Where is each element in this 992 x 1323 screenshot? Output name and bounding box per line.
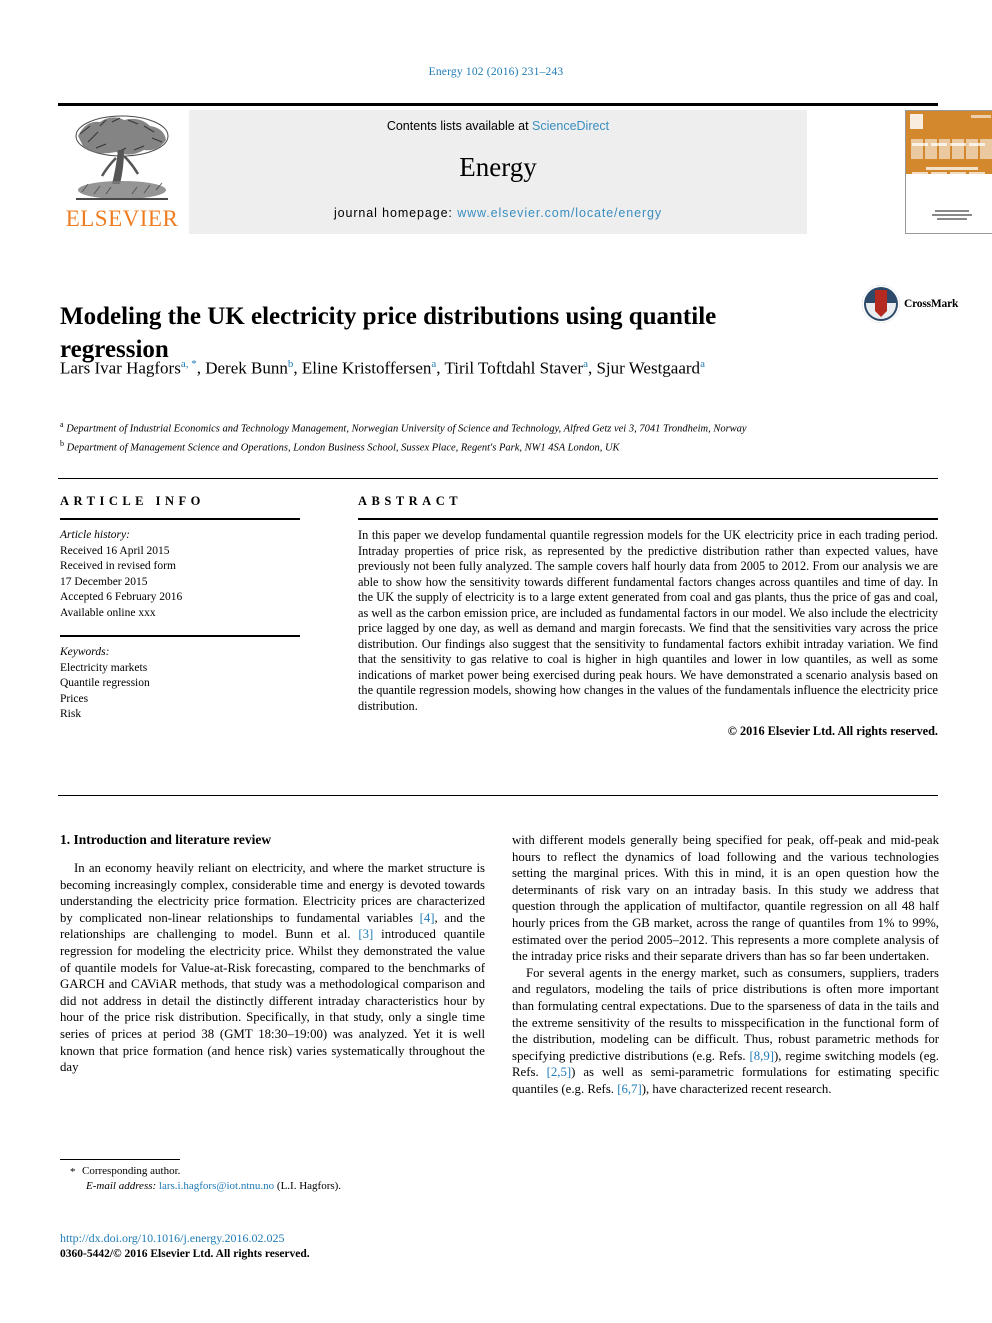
author-mark[interactable]: a bbox=[583, 358, 588, 370]
cover-top-panel bbox=[906, 111, 992, 174]
citation-ref-8-9[interactable]: [8,9] bbox=[750, 1049, 775, 1063]
author-name: Eline Kristoffersen bbox=[301, 358, 432, 378]
body-column-right: with different models generally being sp… bbox=[512, 832, 939, 1098]
issn-copyright: 0360-5442/© 2016 Elsevier Ltd. All right… bbox=[60, 1248, 310, 1260]
footnote-star-icon: * bbox=[70, 1166, 76, 1178]
paragraph: In an economy heavily reliant on electri… bbox=[60, 860, 485, 1076]
keywords-rule bbox=[60, 635, 300, 637]
email-suffix: (L.I. Hagfors). bbox=[274, 1179, 342, 1192]
author-name: Sjur Westgaard bbox=[596, 358, 701, 378]
keywords-label: Keywords: bbox=[60, 646, 110, 658]
homepage-line: journal homepage: www.elsevier.com/locat… bbox=[189, 206, 807, 220]
affiliation-mark: b bbox=[60, 439, 64, 448]
affiliation-mark: a bbox=[60, 420, 64, 429]
author-list: Lars Ivar Hagforsa, *, Derek Bunnb, Elin… bbox=[60, 358, 705, 378]
article-info-rule bbox=[60, 518, 300, 520]
journal-header: ELSEVIER Contents lists available at Sci… bbox=[58, 110, 992, 234]
homepage-link[interactable]: www.elsevier.com/locate/energy bbox=[457, 206, 662, 220]
citation-ref-3[interactable]: [3] bbox=[358, 927, 373, 941]
author-name: Tiril Toftdahl Staver bbox=[444, 358, 584, 378]
footnote-rule bbox=[60, 1159, 180, 1160]
abstract-rule bbox=[358, 518, 938, 520]
keyword-item: Quantile regression bbox=[60, 677, 150, 689]
footer-block: http://dx.doi.org/10.1016/j.energy.2016.… bbox=[60, 1230, 560, 1262]
citation-ref-4[interactable]: [4] bbox=[420, 911, 435, 925]
abstract-heading: ABSTRACT bbox=[358, 494, 463, 508]
cover-caption-row bbox=[912, 161, 991, 174]
article-info-heading: ARTICLE INFO bbox=[60, 494, 205, 508]
elsevier-wordmark: ELSEVIER bbox=[65, 206, 179, 231]
cover-publisher-mark bbox=[928, 208, 976, 222]
journal-title: Energy bbox=[459, 152, 537, 182]
running-head: Energy 102 (2016) 231–243 bbox=[428, 66, 564, 78]
history-item: Received in revised form bbox=[60, 560, 176, 572]
keyword-item: Risk bbox=[60, 708, 82, 720]
email-note: E-mail address: lars.i.hagfors@iot.ntnu.… bbox=[60, 1179, 485, 1194]
article-history-label: Article history: bbox=[60, 529, 130, 541]
contents-line: Contents lists available at ScienceDirec… bbox=[189, 119, 807, 133]
affiliation-item: b Department of Management Science and O… bbox=[60, 437, 940, 456]
abstract-column: ABSTRACT In this paper we develop fundam… bbox=[358, 494, 938, 739]
history-item: Accepted 6 February 2016 bbox=[60, 591, 183, 603]
cover-logo-mark bbox=[910, 114, 923, 129]
author-name: Lars Ivar Hagfors bbox=[60, 358, 181, 378]
crossmark-badge[interactable]: CrossMark bbox=[862, 285, 958, 325]
citation-ref-2-5[interactable]: [2,5] bbox=[547, 1065, 572, 1079]
abstract-copyright: © 2016 Elsevier Ltd. All rights reserved… bbox=[727, 724, 938, 738]
history-item: 17 December 2015 bbox=[60, 575, 148, 588]
history-item: Received 16 April 2015 bbox=[60, 544, 170, 557]
paragraph-text: introduced quantile regression for model… bbox=[60, 927, 485, 1075]
abstract-block-top-rule bbox=[58, 478, 938, 479]
journal-cover-thumbnail[interactable] bbox=[905, 110, 992, 234]
keyword-item: Electricity markets bbox=[60, 661, 148, 674]
article-history: Article history: Received 16 April 2015 … bbox=[60, 528, 300, 621]
affiliation-item: a Department of Industrial Economics and… bbox=[60, 418, 940, 437]
keyword-item: Prices bbox=[60, 692, 89, 705]
email-label: E-mail address: bbox=[86, 1179, 157, 1192]
author-mark[interactable]: a bbox=[431, 358, 436, 370]
affiliation-text: Department of Management Science and Ope… bbox=[66, 442, 620, 454]
paragraph-text: ), have characterized recent research. bbox=[641, 1081, 832, 1096]
contents-prefix: Contents lists available at bbox=[386, 119, 533, 133]
header-divider bbox=[58, 103, 938, 106]
abstract-text: In this paper we develop fundamental qua… bbox=[358, 528, 938, 713]
body-column-left: In an economy heavily reliant on electri… bbox=[60, 860, 485, 1076]
author-mark[interactable]: b bbox=[288, 358, 294, 370]
homepage-prefix: journal homepage: bbox=[333, 206, 458, 220]
paragraph: For several agents in the energy market,… bbox=[512, 965, 939, 1098]
author-mark[interactable]: a, * bbox=[181, 358, 197, 370]
affiliation-text: Department of Industrial Economics and T… bbox=[66, 423, 747, 435]
paragraph: with different models generally being sp… bbox=[512, 833, 939, 964]
paper-page: Energy 102 (2016) 231–243 ELSEVIER Conte… bbox=[0, 0, 992, 1323]
crossmark-icon bbox=[862, 285, 900, 323]
crossmark-label: CrossMark bbox=[904, 298, 959, 310]
section-heading: 1. Introduction and literature review bbox=[60, 832, 272, 847]
author-name: Derek Bunn bbox=[205, 358, 288, 378]
cover-energy-wordmark bbox=[911, 139, 992, 159]
footnote-block: * Corresponding author. E-mail address: … bbox=[60, 1164, 485, 1193]
elsevier-tree-icon bbox=[75, 115, 169, 200]
citation-ref-6-7[interactable]: [6,7] bbox=[617, 1082, 642, 1096]
elsevier-logo: ELSEVIER bbox=[58, 110, 186, 234]
abstract-block-bottom-rule bbox=[58, 795, 938, 796]
cover-heading-row bbox=[912, 133, 991, 146]
history-item: Available online xxx bbox=[60, 606, 156, 619]
email-link[interactable]: lars.i.hagfors@iot.ntnu.no bbox=[159, 1180, 274, 1192]
cover-subtitle-line bbox=[926, 167, 978, 170]
author-mark[interactable]: a bbox=[700, 358, 705, 370]
doi-link[interactable]: http://dx.doi.org/10.1016/j.energy.2016.… bbox=[60, 1230, 560, 1246]
cover-issue-line bbox=[971, 115, 991, 118]
sciencedirect-link[interactable]: ScienceDirect bbox=[532, 119, 609, 133]
affiliation-list: a Department of Industrial Economics and… bbox=[60, 418, 940, 456]
journal-band: Contents lists available at ScienceDirec… bbox=[189, 110, 807, 234]
corresponding-author-note: Corresponding author. bbox=[82, 1165, 181, 1177]
keyword-list: Keywords: Electricity markets Quantile r… bbox=[60, 645, 300, 723]
article-info-column: ARTICLE INFO Article history: Received 1… bbox=[60, 494, 300, 723]
